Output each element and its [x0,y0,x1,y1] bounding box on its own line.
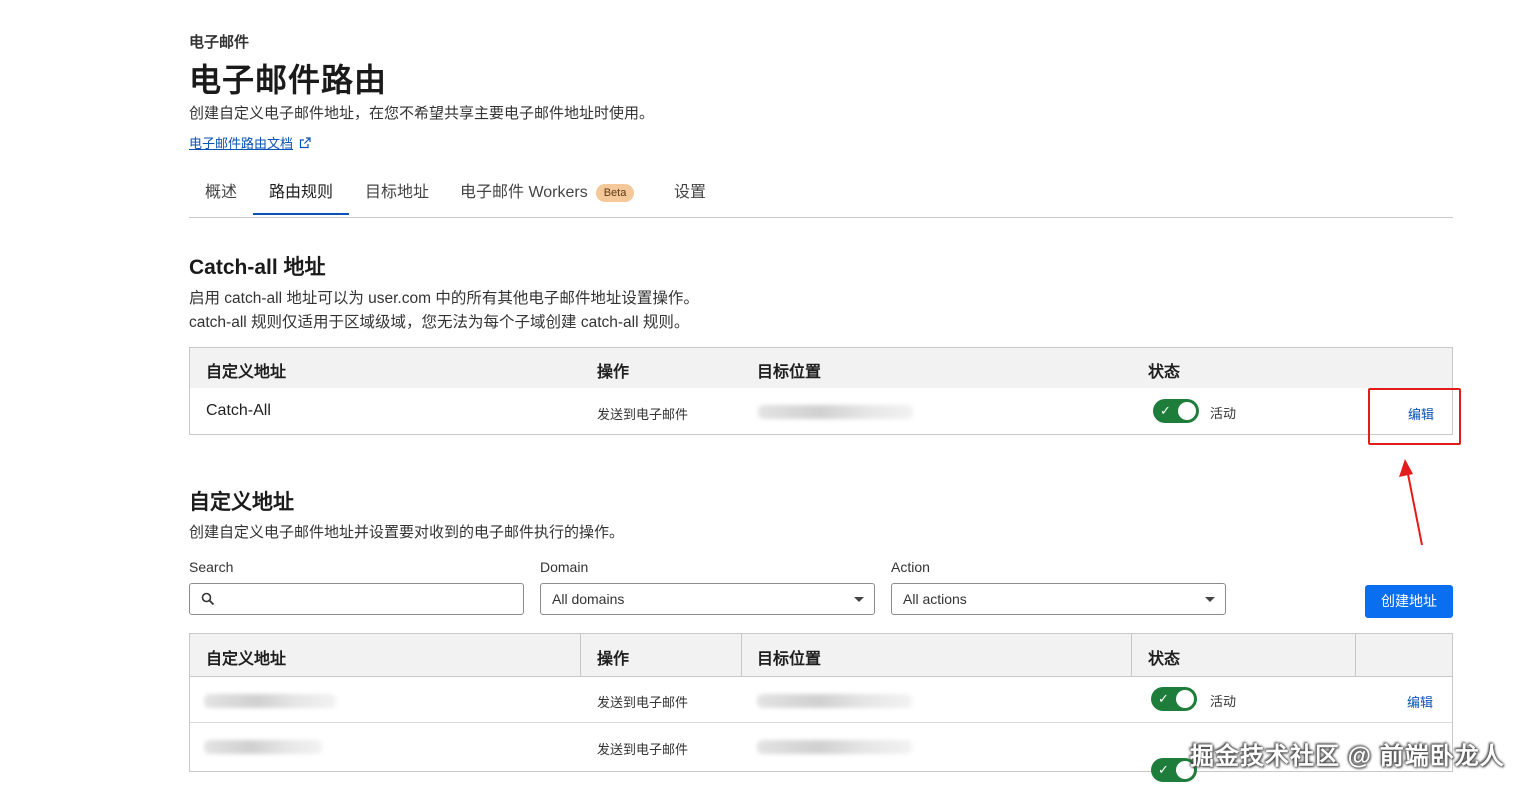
row-action: 发送到电子邮件 [597,695,689,710]
redacted-address [204,694,336,708]
page-description: 创建自定义电子邮件地址，在您不希望共享主要电子邮件地址时使用。 [189,105,655,122]
col-status[interactable]: 状态 [1148,645,1180,669]
create-address-button[interactable]: 创建地址 [1365,585,1453,618]
docs-link-label[interactable]: 电子邮件路由文档 [189,133,293,152]
chevron-down-icon [854,597,864,602]
redacted-address [204,740,322,754]
catch-all-status-label: 活动 [1210,406,1237,421]
tab-email-workers-label[interactable]: 电子邮件 Workers [460,184,588,201]
chevron-down-icon [1205,597,1215,602]
custom-addresses-heading: 自定义地址 [189,491,294,514]
check-icon: ✓ [1160,403,1171,418]
tab-email-workers[interactable]: 电子邮件 Workers Beta [444,173,650,215]
col-action: 操作 [597,364,630,381]
beta-badge: Beta [595,183,635,202]
header-divider [190,676,1452,677]
col-custom-address: 自定义地址 [206,364,287,381]
tab-routing-rules[interactable]: 路由规则 [253,173,350,215]
check-icon: ✓ [1158,762,1169,777]
col-destination[interactable]: 目标位置 [757,645,821,669]
check-icon: ✓ [1158,691,1169,706]
search-icon [201,592,215,606]
domain-label: Domain [540,559,589,575]
column-divider [741,634,742,676]
external-link-icon [299,136,311,148]
column-divider [1131,634,1132,676]
action-select-value: All actions [903,591,967,607]
highlight-box [1368,388,1461,445]
row-divider [190,722,1452,723]
row-status-toggle[interactable]: ✓ [1151,687,1197,711]
custom-addresses-desc: 创建自定义电子邮件地址并设置要对收到的电子邮件执行的操作。 [189,524,625,541]
page-title: 电子邮件路由 [189,62,388,98]
column-divider [1355,634,1356,676]
catch-all-desc-1: 启用 catch-all 地址可以为 user.com 中的所有其他电子邮件地址… [189,290,699,307]
docs-link[interactable]: 电子邮件路由文档 [189,133,311,152]
redacted-destination [758,405,913,419]
column-divider [580,634,581,676]
row-status-label: 活动 [1210,694,1237,709]
watermark: 掘金技术社区 @ 前端卧龙人 [1190,743,1505,770]
catch-all-desc-2: catch-all 规则仅适用于区域级域，您无法为每个子域创建 catch-al… [189,314,690,331]
row-edit-link[interactable]: 编辑 [1407,692,1433,711]
action-select[interactable]: All actions [891,583,1226,615]
catch-all-address: Catch-All [206,402,271,419]
redacted-destination [757,740,912,754]
catch-all-table: 自定义地址 操作 目标位置 状态 Catch-All 发送到电子邮件 ✓ 活动 … [189,347,1453,435]
col-status: 状态 [1148,364,1181,381]
catch-all-heading: Catch-all 地址 [189,256,326,279]
catch-all-action: 发送到电子邮件 [597,407,689,422]
redacted-destination [757,694,912,708]
tab-settings[interactable]: 设置 [658,173,722,215]
annotation-arrow-icon [1399,459,1423,546]
col-action[interactable]: 操作 [597,645,629,669]
breadcrumb[interactable]: 电子邮件 [189,31,249,52]
domain-select[interactable]: All domains [540,583,875,615]
row-action: 发送到电子邮件 [597,742,689,757]
domain-select-value: All domains [552,591,625,607]
catch-all-status-toggle[interactable]: ✓ [1153,399,1199,423]
col-destination: 目标位置 [757,364,822,381]
col-custom-address[interactable]: 自定义地址 [206,645,286,669]
tab-bar: 概述 路由规则 目标地址 电子邮件 Workers Beta 设置 [189,173,1453,218]
search-label: Search [189,559,234,575]
tab-overview[interactable]: 概述 [189,173,253,215]
action-label: Action [891,559,930,575]
search-input[interactable] [189,583,524,615]
tab-destination-addresses[interactable]: 目标地址 [349,173,445,215]
